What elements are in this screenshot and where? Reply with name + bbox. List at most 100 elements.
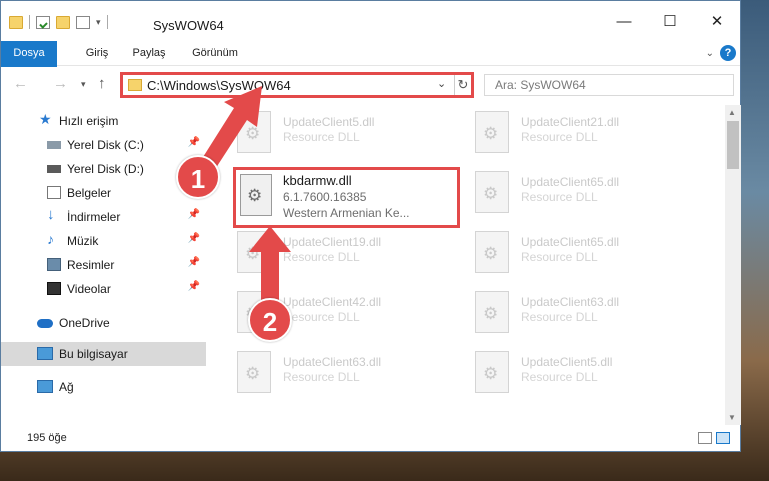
file-name: UpdateClient5.dll xyxy=(283,115,375,129)
pin-icon[interactable]: 📌 xyxy=(188,233,200,244)
sidebar-item-label: Videolar xyxy=(67,282,111,296)
file-item[interactable]: UpdateClient19.dll Resource DLL xyxy=(237,229,437,289)
file-description: Resource DLL xyxy=(521,190,598,204)
sidebar-item-local-disk-c[interactable]: Yerel Disk (C:) 📌 xyxy=(1,133,206,157)
navigation-bar: ← → ▾ ↑ C:\Windows\SysWOW64 ⌄ ↻ Ara: Sys… xyxy=(1,67,740,103)
address-bar[interactable]: C:\Windows\SysWOW64 ⌄ ↻ xyxy=(120,72,474,98)
divider xyxy=(106,15,108,29)
large-icons-view-icon[interactable] xyxy=(716,432,730,444)
scrollbar-thumb[interactable] xyxy=(727,121,739,169)
dll-file-icon xyxy=(237,351,271,393)
file-name: UpdateClient65.dll xyxy=(521,175,620,189)
cloud-icon xyxy=(37,319,53,328)
ribbon: Dosya Giriş Paylaş Görünüm ⌄ ? xyxy=(1,41,740,101)
sidebar-item-videos[interactable]: Videolar 📌 xyxy=(1,277,206,301)
address-path[interactable]: C:\Windows\SysWOW64 xyxy=(147,78,291,93)
drive-icon xyxy=(47,141,61,149)
chevron-down-icon[interactable]: ▾ xyxy=(96,17,101,28)
file-item[interactable]: UpdateClient5.dll Resource DLL xyxy=(475,349,675,409)
highlighted-file-item[interactable]: kbdarmw.dll 6.1.7600.16385 Western Armen… xyxy=(233,167,460,228)
recent-chevron-icon[interactable]: ▾ xyxy=(81,79,86,90)
chevron-down-icon[interactable]: ⌄ xyxy=(437,77,446,90)
dll-file-icon xyxy=(237,111,271,153)
file-version: 6.1.7600.16385 xyxy=(283,190,367,204)
tab-view[interactable]: Görünüm xyxy=(185,41,245,66)
file-item[interactable]: UpdateClient21.dll Resource DLL xyxy=(475,109,675,169)
sidebar-item-label: Yerel Disk (C:) xyxy=(67,138,144,152)
sidebar-item-label: Yerel Disk (D:) xyxy=(67,162,144,176)
sidebar-item-music[interactable]: ♪ Müzik 📌 xyxy=(1,229,206,253)
status-bar: 195 öğe xyxy=(1,427,740,451)
details-view-icon[interactable] xyxy=(698,432,712,444)
quick-access-toolbar: ▾ xyxy=(9,15,108,29)
file-item[interactable]: UpdateClient65.dll Resource DLL xyxy=(475,169,675,229)
pin-icon[interactable]: 📌 xyxy=(188,257,200,268)
navigation-pane: ★ Hızlı erişim Yerel Disk (C:) 📌 Yerel D… xyxy=(1,105,210,423)
sidebar-item-quick-access[interactable]: ★ Hızlı erişim xyxy=(1,109,206,133)
new-folder-icon[interactable] xyxy=(56,15,70,29)
sidebar-item-label: Ağ xyxy=(59,380,74,394)
sidebar-item-documents[interactable]: Belgeler 📌 xyxy=(1,181,206,205)
star-icon: ★ xyxy=(39,111,52,127)
pin-icon[interactable]: 📌 xyxy=(188,137,200,148)
file-name: UpdateClient65.dll xyxy=(521,235,620,249)
file-description: Resource DLL xyxy=(521,310,598,324)
file-description: Resource DLL xyxy=(521,370,598,384)
file-description: Resource DLL xyxy=(283,130,360,144)
list-icon[interactable] xyxy=(76,15,90,29)
item-count: 195 öğe xyxy=(27,432,67,444)
file-item[interactable]: UpdateClient5.dll Resource DLL xyxy=(237,109,437,169)
file-name: UpdateClient63.dll xyxy=(283,355,382,369)
file-item[interactable]: UpdateClient63.dll Resource DLL xyxy=(237,349,437,409)
view-switcher xyxy=(698,432,730,444)
maximize-button[interactable]: ☐ xyxy=(655,11,685,33)
dll-file-icon xyxy=(240,174,272,216)
scroll-up-icon[interactable]: ▲ xyxy=(728,108,736,117)
vertical-scrollbar[interactable]: ▲ ▼ xyxy=(725,105,741,425)
file-description: Resource DLL xyxy=(283,250,360,264)
sidebar-item-label: Hızlı erişim xyxy=(59,114,119,128)
computer-icon xyxy=(37,347,53,360)
tab-share[interactable]: Paylaş xyxy=(125,41,173,66)
dll-file-icon xyxy=(475,291,509,333)
sidebar-item-onedrive[interactable]: OneDrive xyxy=(1,311,206,335)
sidebar-item-network[interactable]: Ağ xyxy=(1,375,206,399)
forward-icon[interactable]: → xyxy=(53,75,68,92)
picture-icon xyxy=(47,258,61,271)
dll-file-icon xyxy=(475,111,509,153)
file-name: kbdarmw.dll xyxy=(283,173,352,188)
file-item[interactable]: UpdateClient63.dll Resource DLL xyxy=(475,289,675,349)
minimize-button[interactable]: — xyxy=(609,11,639,33)
file-item[interactable]: UpdateClient65.dll Resource DLL xyxy=(475,229,675,289)
refresh-icon[interactable]: ↻ xyxy=(454,75,471,95)
close-button[interactable]: ✕ xyxy=(702,11,732,33)
sidebar-item-this-pc[interactable]: Bu bilgisayar xyxy=(1,342,206,366)
help-icon[interactable]: ? xyxy=(720,45,736,61)
sidebar-item-pictures[interactable]: Resimler 📌 xyxy=(1,253,206,277)
folder-icon[interactable] xyxy=(9,15,23,29)
network-icon xyxy=(37,380,53,393)
file-description: Resource DLL xyxy=(283,310,360,324)
file-name: UpdateClient21.dll xyxy=(521,115,620,129)
sidebar-item-label: OneDrive xyxy=(59,316,110,330)
chevron-down-icon[interactable]: ⌄ xyxy=(706,48,714,59)
search-input[interactable]: Ara: SysWOW64 xyxy=(484,74,734,96)
pin-icon[interactable]: 📌 xyxy=(188,281,200,292)
title-bar: ▾ SysWOW64 — ☐ ✕ xyxy=(1,1,740,41)
file-name: UpdateClient19.dll xyxy=(283,235,382,249)
scroll-down-icon[interactable]: ▼ xyxy=(728,413,736,422)
explorer-window: ▾ SysWOW64 — ☐ ✕ Dosya Giriş Paylaş Görü… xyxy=(0,0,741,452)
sidebar-item-downloads[interactable]: ↓ İndirmeler 📌 xyxy=(1,205,206,229)
file-name: UpdateClient42.dll xyxy=(283,295,382,309)
up-icon[interactable]: ↑ xyxy=(98,75,106,92)
file-description: Resource DLL xyxy=(521,130,598,144)
tab-home[interactable]: Giriş xyxy=(77,41,117,66)
back-icon[interactable]: ← xyxy=(13,75,28,92)
dll-file-icon xyxy=(475,351,509,393)
pin-icon[interactable]: 📌 xyxy=(188,209,200,220)
sidebar-item-label: Belgeler xyxy=(67,186,112,200)
properties-icon[interactable] xyxy=(36,15,50,29)
dll-file-icon xyxy=(237,231,271,273)
divider xyxy=(29,15,30,29)
sidebar-item-label: İndirmeler xyxy=(67,210,121,224)
